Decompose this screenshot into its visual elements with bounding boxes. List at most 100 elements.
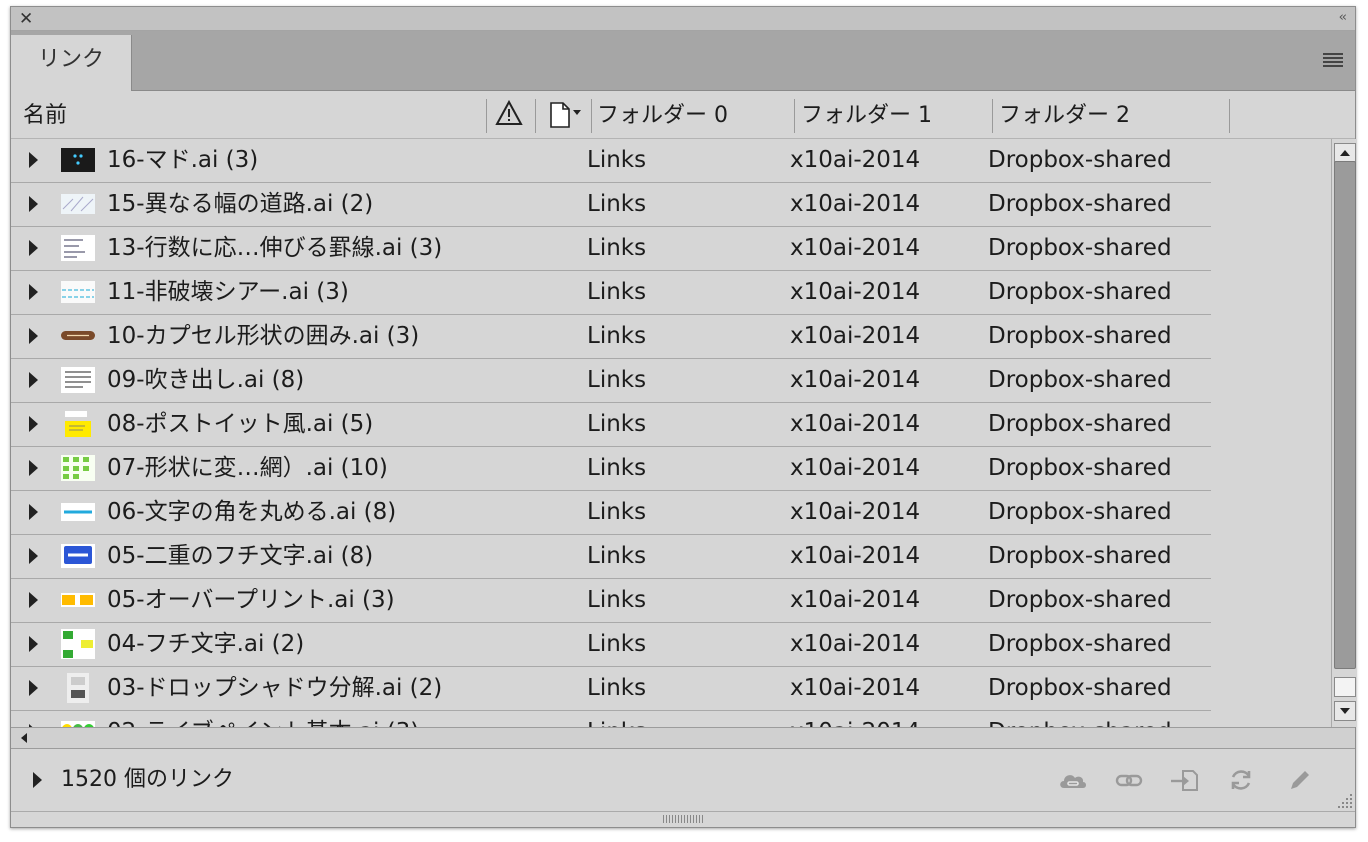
tab-links[interactable]: リンク [11, 35, 132, 91]
link-thumbnail [61, 367, 95, 393]
link-row[interactable]: 15-異なる幅の道路.ai (2) Links x10ai-2014 Dropbox-… [11, 183, 1211, 227]
edit-original-icon[interactable] [1283, 767, 1315, 793]
link-folder1: x10ai-2014 [790, 675, 921, 701]
link-folder0: Links [587, 147, 647, 173]
link-folder2: Dropbox-shared [988, 711, 1172, 727]
link-folder1: x10ai-2014 [790, 711, 920, 727]
link-name: 11-非破壊シアー.ai (3) [107, 279, 349, 305]
expand-row-icon[interactable] [29, 372, 38, 388]
resize-handle-icon[interactable] [663, 815, 703, 823]
panel-tabbar: リンク [11, 31, 1355, 91]
link-thumbnail [61, 455, 95, 481]
link-folder1: x10ai-2014 [790, 367, 921, 393]
link-name: 10-カプセル形状の囲み.ai (3) [107, 323, 420, 349]
link-row[interactable]: 06-文字の角を丸める.ai (8) Links x10ai-2014 Dropbox… [11, 491, 1211, 535]
link-folder1: x10ai-2014 [790, 279, 921, 305]
collapse-panel-icon[interactable]: ‹‹ [1339, 10, 1348, 25]
scroll-left-icon[interactable] [17, 731, 31, 745]
expand-row-icon[interactable] [29, 416, 38, 432]
link-name: 15-異なる幅の道路.ai (2) [107, 191, 374, 217]
expand-row-icon[interactable] [29, 548, 38, 564]
link-name: 07-形状に変…網）.ai (10) [107, 455, 388, 481]
link-thumbnail [61, 503, 95, 521]
column-folder0-header[interactable]: フォルダー 0 [597, 99, 728, 133]
link-folder2: Dropbox-shared [988, 279, 1172, 305]
panel-bottom-resize-bar[interactable] [11, 811, 1355, 827]
link-row[interactable]: 04-フチ文字.ai (2) Links x10ai-2014 Dropbox-sha… [11, 623, 1211, 667]
column-folder2-header[interactable]: フォルダー 2 [999, 99, 1130, 133]
resize-grip-icon[interactable] [1335, 791, 1353, 809]
expand-row-icon[interactable] [29, 460, 38, 476]
link-folder2: Dropbox-shared [988, 411, 1172, 437]
link-row[interactable]: 09-吹き出し.ai (8) Links x10ai-2014 Dropbox-sha… [11, 359, 1211, 403]
link-folder2: Dropbox-shared [988, 587, 1172, 613]
link-name: 05-オーバープリント.ai (3) [107, 587, 395, 613]
link-name: 09-吹き出し.ai (8) [107, 367, 305, 393]
page-column-icon[interactable] [549, 101, 585, 140]
link-row[interactable]: 16-マド.ai (3) Links x10ai-2014 Dropbox-share… [11, 139, 1211, 183]
link-name: 08-ポストイット風.ai (5) [107, 411, 374, 437]
horizontal-scrollbar[interactable] [11, 727, 1355, 749]
link-row[interactable]: 05-二重のフチ文字.ai (8) Links x10ai-2014 Dropbox-… [11, 535, 1211, 579]
link-row[interactable]: 07-形状に変…網）.ai (10) Links x10ai-2014 Dropbox… [11, 447, 1211, 491]
expand-link-info-icon[interactable] [33, 772, 42, 788]
link-folder1: x10ai-2014 [790, 191, 921, 217]
link-folder2: Dropbox-shared [988, 675, 1172, 701]
go-to-link-icon[interactable] [1169, 767, 1201, 793]
close-icon[interactable]: ✕ [19, 9, 33, 29]
link-thumbnail [61, 331, 95, 340]
vertical-scrollbar[interactable] [1331, 139, 1357, 727]
expand-row-icon[interactable] [29, 196, 38, 212]
link-folder1: x10ai-2014 [790, 323, 921, 349]
link-folder1: x10ai-2014 [790, 411, 921, 437]
link-row[interactable]: 02-ライブペイント基本.ai (3) Links x10ai-2014 Dropbo… [11, 711, 1211, 727]
relink-icon[interactable] [1113, 767, 1145, 793]
link-folder2: Dropbox-shared [988, 147, 1172, 173]
link-folder1: x10ai-2014 [790, 587, 921, 613]
warning-column-icon[interactable] [495, 99, 523, 138]
link-name: 13-行数に応…伸びる罫線.ai (3) [107, 235, 443, 261]
expand-row-icon[interactable] [29, 504, 38, 520]
link-folder0: Links [587, 235, 647, 261]
link-name: 06-文字の角を丸める.ai (8) [107, 499, 397, 525]
link-name: 03-ドロップシャドウ分解.ai (2) [107, 675, 443, 701]
scroll-down-button[interactable] [1334, 701, 1356, 721]
link-row[interactable]: 11-非破壊シアー.ai (3) Links x10ai-2014 Dropbox-s… [11, 271, 1211, 315]
column-name-header[interactable]: 名前 [23, 99, 67, 133]
link-folder0: Links [587, 455, 647, 481]
expand-row-icon[interactable] [29, 284, 38, 300]
link-folder0: Links [587, 711, 646, 727]
link-folder2: Dropbox-shared [988, 323, 1172, 349]
cloud-link-icon[interactable] [1057, 767, 1089, 793]
link-folder0: Links [587, 631, 647, 657]
link-folder2: Dropbox-shared [988, 499, 1172, 525]
link-row[interactable]: 08-ポストイット風.ai (5) Links x10ai-2014 Dropbox-… [11, 403, 1211, 447]
link-folder1: x10ai-2014 [790, 455, 921, 481]
links-list: 16-マド.ai (3) Links x10ai-2014 Dropbox-share… [11, 139, 1331, 727]
link-row[interactable]: 03-ドロップシャドウ分解.ai (2) Links x10ai-2014 Dropb… [11, 667, 1211, 711]
link-folder0: Links [587, 499, 647, 525]
link-count: 1520 個のリンク [61, 767, 234, 792]
expand-row-icon[interactable] [29, 636, 38, 652]
scroll-up-button[interactable] [1334, 143, 1356, 163]
expand-row-icon[interactable] [29, 328, 38, 344]
link-name: 16-マド.ai (3) [107, 147, 259, 173]
column-folder1-header[interactable]: フォルダー 1 [801, 99, 932, 133]
panel-menu-icon[interactable] [1323, 53, 1343, 67]
link-row[interactable]: 10-カプセル形状の囲み.ai (3) Links x10ai-2014 Dropbo… [11, 315, 1211, 359]
link-thumbnail [61, 629, 95, 659]
expand-row-icon[interactable] [29, 592, 38, 608]
vertical-scroll-thumb[interactable] [1334, 161, 1356, 669]
link-row[interactable]: 13-行数に応…伸びる罫線.ai (3) Links x10ai-2014 Dropb… [11, 227, 1211, 271]
expand-row-icon[interactable] [29, 240, 38, 256]
link-folder1: x10ai-2014 [790, 499, 921, 525]
expand-row-icon[interactable] [29, 152, 38, 168]
expand-row-icon[interactable] [29, 680, 38, 696]
column-header: 名前 フォルダー 0 フォルダー 1 フォルダー 2 [11, 91, 1355, 139]
link-folder0: Links [587, 543, 647, 569]
link-folder1: x10ai-2014 [790, 631, 921, 657]
update-link-icon[interactable] [1225, 767, 1257, 793]
link-folder2: Dropbox-shared [988, 235, 1172, 261]
link-row[interactable]: 05-オーバープリント.ai (3) Links x10ai-2014 Dropbox… [11, 579, 1211, 623]
scroll-track-end[interactable] [1334, 677, 1356, 697]
